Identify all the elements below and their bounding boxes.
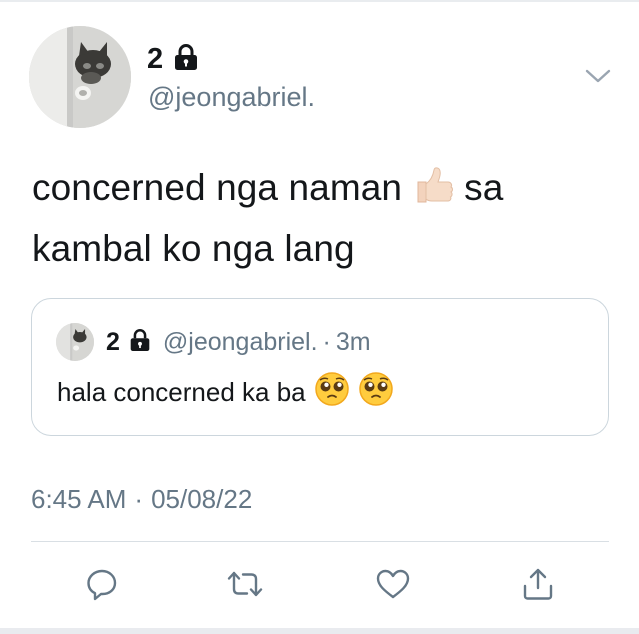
retweet-button[interactable] [223,562,267,606]
top-divider [0,0,639,2]
chevron-down-icon[interactable] [584,66,612,86]
quoted-text: hala concerned ka ba [57,377,306,407]
quoted-tweet-header: 2 @jeongabriel. · 3m [56,323,371,361]
lock-icon [173,43,199,76]
tweet-text-line2: kambal ko nga lang [32,228,355,269]
tweet-time: 6:45 AM [31,484,127,514]
quoted-display-name: 2 [106,327,120,356]
meta-separator: · [134,484,144,514]
pleading-face-icon [314,371,350,414]
quoted-tweet[interactable]: 2 @jeongabriel. · 3m hala concerned ka b… [31,298,609,436]
display-name[interactable]: 2 [147,44,163,74]
action-bar [0,562,639,606]
quoted-tweet-text: hala concerned ka ba [57,371,394,414]
share-button[interactable] [516,562,560,606]
tweet-date: 05/08/22 [151,484,253,514]
share-icon [523,568,553,600]
quoted-avatar [56,323,94,361]
author-name-row: 2 [147,42,199,76]
reply-icon [87,569,117,601]
thumbs-up-icon [412,162,456,221]
pleading-face-icon [358,371,394,414]
tweet-text: concerned nga naman sa kambal ko nga lan… [32,160,592,276]
retweet-icon [227,571,263,597]
tweet-timestamp[interactable]: 6:45 AM · 05/08/22 [31,484,252,515]
quoted-separator: · [322,327,331,356]
like-button[interactable] [371,562,415,606]
avatar-image [29,26,131,128]
author-handle[interactable]: @jeongabriel. [148,81,315,113]
quoted-time: 3m [335,327,371,356]
tweet-text-part1: concerned nga naman [32,167,403,208]
bottom-divider [0,628,639,634]
tweet-detail: 2 @jeongabriel. concerned nga naman sa k… [0,0,639,634]
avatar[interactable] [29,26,131,128]
divider [31,541,609,542]
reply-button[interactable] [80,562,124,606]
lock-icon [129,328,151,357]
tweet-text-part2: sa [464,167,504,208]
quoted-handle: @jeongabriel. [162,327,318,356]
heart-icon [376,569,410,599]
